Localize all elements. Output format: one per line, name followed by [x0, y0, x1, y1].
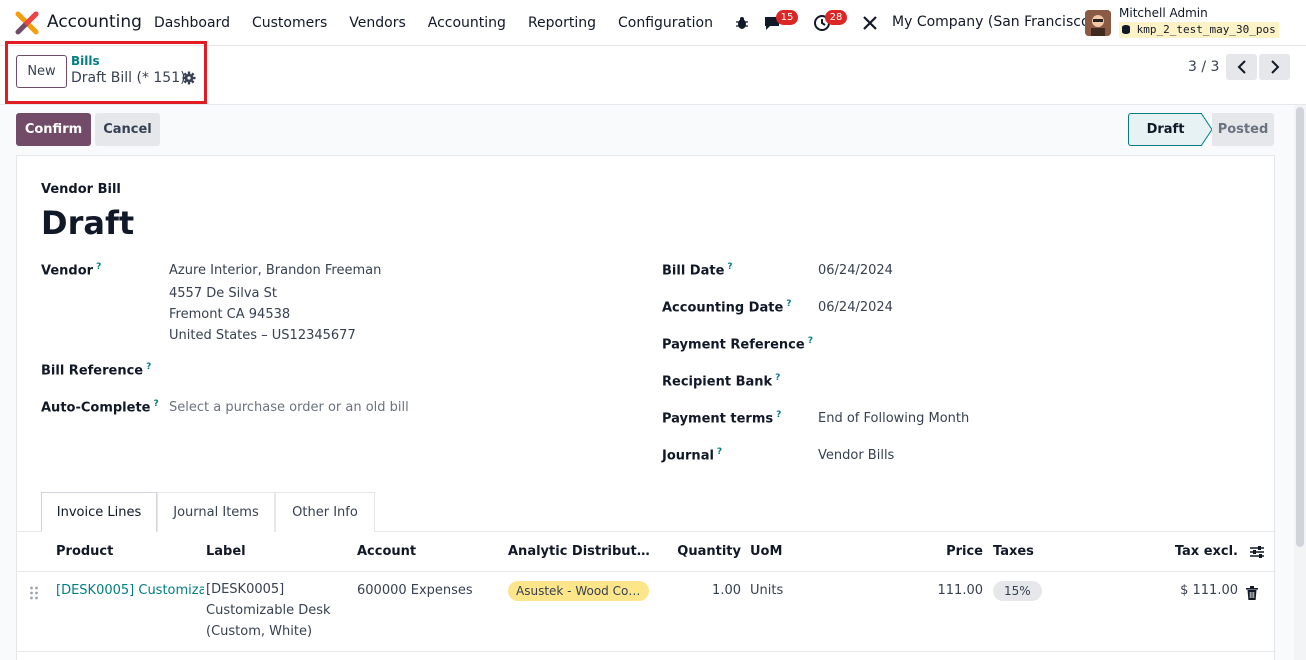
help-icon[interactable]: ? — [776, 410, 781, 420]
tab-invoice-lines[interactable]: Invoice Lines — [41, 492, 157, 532]
document-title: Draft — [41, 204, 135, 242]
accounting-date-label: Accounting Date? — [662, 299, 792, 316]
vendor-name[interactable]: Azure Interior, Brandon Freeman — [169, 263, 381, 278]
bill-date-label: Bill Date? — [662, 262, 733, 279]
journal-label: Journal? — [662, 447, 723, 464]
confirm-button[interactable]: Confirm — [16, 113, 91, 146]
column-product[interactable]: Product — [56, 544, 113, 559]
line-label[interactable]: [DESK0005] Customizable Desk (Custom, Wh… — [206, 579, 346, 642]
line-analytic-tag[interactable]: Asustek - Wood Co… — [508, 581, 649, 601]
chevron-left-icon — [1237, 60, 1246, 74]
payment-reference-input[interactable] — [818, 336, 1218, 354]
vendor-country-vat: United States – US12345677 — [169, 328, 356, 343]
help-icon[interactable]: ? — [808, 336, 813, 346]
menu-configuration[interactable]: Configuration — [607, 15, 724, 31]
help-icon[interactable]: ? — [153, 399, 158, 409]
help-icon[interactable]: ? — [146, 362, 151, 372]
line-tax-tag[interactable]: 15% — [993, 581, 1042, 601]
bill-date-input[interactable]: 06/24/2024 — [818, 263, 893, 278]
line-price[interactable]: 111.00 — [938, 583, 984, 598]
journal-input[interactable]: Vendor Bills — [818, 448, 894, 463]
breadcrumb-bills[interactable]: Bills — [71, 54, 100, 68]
cancel-button[interactable]: Cancel — [95, 113, 160, 146]
column-account[interactable]: Account — [357, 544, 416, 559]
app-name[interactable]: Accounting — [47, 12, 142, 32]
menu-dashboard[interactable]: Dashboard — [143, 15, 241, 31]
new-button[interactable]: New — [16, 55, 67, 88]
bill-reference-label: Bill Reference? — [41, 362, 152, 379]
accounting-date-input[interactable]: 06/24/2024 — [818, 300, 893, 315]
move-type-label: Vendor Bill — [41, 182, 121, 197]
help-icon[interactable]: ? — [775, 373, 780, 383]
bill-reference-input[interactable] — [169, 362, 609, 380]
drag-handle-icon[interactable] — [29, 586, 39, 600]
top-navbar: Accounting Dashboard Customers Vendors A… — [0, 0, 1306, 46]
menu-vendors[interactable]: Vendors — [338, 15, 416, 31]
line-product[interactable]: [DESK0005] Customizable Desk — [56, 583, 204, 598]
menu-customers[interactable]: Customers — [241, 15, 338, 31]
column-taxes[interactable]: Taxes — [993, 544, 1034, 559]
table-row[interactable]: [DESK0005] Customizable Desk [DESK0005] … — [17, 572, 1276, 652]
help-icon[interactable]: ? — [717, 447, 722, 457]
accounting-app-icon[interactable] — [15, 11, 39, 35]
debug-bug-icon[interactable] — [731, 12, 753, 34]
status-posted[interactable]: Posted — [1212, 113, 1274, 146]
help-icon[interactable]: ? — [96, 262, 101, 272]
scrollbar-thumb[interactable] — [1296, 107, 1304, 547]
company-switcher[interactable]: My Company (San Francisco) — [892, 14, 1095, 30]
menu-reporting[interactable]: Reporting — [517, 15, 607, 31]
column-tax-excl[interactable]: Tax excl. — [1175, 544, 1238, 559]
line-quantity[interactable]: 1.00 — [712, 583, 741, 598]
line-uom[interactable]: Units — [750, 583, 783, 598]
vendor-street: 4557 De Silva St — [169, 286, 277, 301]
line-subtotal: $ 111.00 — [1180, 583, 1238, 598]
breadcrumb-current: Draft Bill (* 151) — [71, 70, 186, 86]
column-uom[interactable]: UoM — [750, 544, 782, 559]
column-quantity[interactable]: Quantity — [677, 544, 741, 559]
column-price[interactable]: Price — [946, 544, 983, 559]
tab-other-info[interactable]: Other Info — [275, 492, 375, 532]
vendor-label: Vendor? — [41, 262, 102, 279]
auto-complete-label: Auto-Complete? — [41, 399, 159, 416]
database-icon — [1122, 25, 1130, 34]
payment-reference-label: Payment Reference? — [662, 336, 813, 353]
recipient-bank-input[interactable] — [818, 373, 1218, 391]
recipient-bank-label: Recipient Bank? — [662, 373, 781, 390]
column-label[interactable]: Label — [206, 544, 246, 559]
gear-icon[interactable] — [182, 71, 196, 85]
form-sheet: Vendor Bill Draft Vendor? Azure Interior… — [16, 155, 1276, 660]
messages-count-badge: 15 — [776, 10, 798, 25]
pager-next-button[interactable] — [1259, 54, 1290, 80]
tools-icon[interactable] — [859, 12, 881, 34]
payment-terms-input[interactable]: End of Following Month — [818, 411, 969, 426]
main-menu: Dashboard Customers Vendors Accounting R… — [143, 0, 724, 46]
payment-terms-label: Payment terms? — [662, 410, 782, 427]
help-icon[interactable]: ? — [727, 262, 732, 272]
tab-journal-items[interactable]: Journal Items — [157, 492, 275, 532]
database-name: kmp_2_test_may_30_pos — [1119, 22, 1279, 38]
vendor-city: Fremont CA 94538 — [169, 307, 291, 322]
invoice-lines-header: Product Label Account Analytic Distribut… — [17, 532, 1276, 572]
auto-complete-input[interactable]: Select a purchase order or an old bill — [169, 400, 409, 415]
status-draft[interactable]: Draft — [1128, 113, 1202, 146]
delete-line-trash-icon[interactable] — [1246, 586, 1258, 600]
column-analytic[interactable]: Analytic Distribut… — [508, 544, 650, 559]
line-account[interactable]: 600000 Expenses — [357, 583, 473, 598]
help-icon[interactable]: ? — [786, 299, 791, 309]
user-name[interactable]: Mitchell Admin — [1119, 6, 1208, 20]
pager-previous-button[interactable] — [1226, 54, 1257, 80]
pager-value: 3 / 3 — [1188, 59, 1220, 75]
column-settings-icon[interactable] — [1249, 544, 1265, 560]
chevron-right-icon — [1270, 60, 1279, 74]
database-name-text: kmp_2_test_may_30_pos — [1136, 23, 1276, 36]
control-panel: New Bills Draft Bill (* 151) 3 / 3 — [0, 41, 1306, 105]
page-scrollbar[interactable] — [1294, 105, 1306, 660]
user-avatar[interactable] — [1085, 10, 1111, 36]
activities-count-badge: 28 — [825, 10, 847, 25]
menu-accounting[interactable]: Accounting — [417, 15, 517, 31]
